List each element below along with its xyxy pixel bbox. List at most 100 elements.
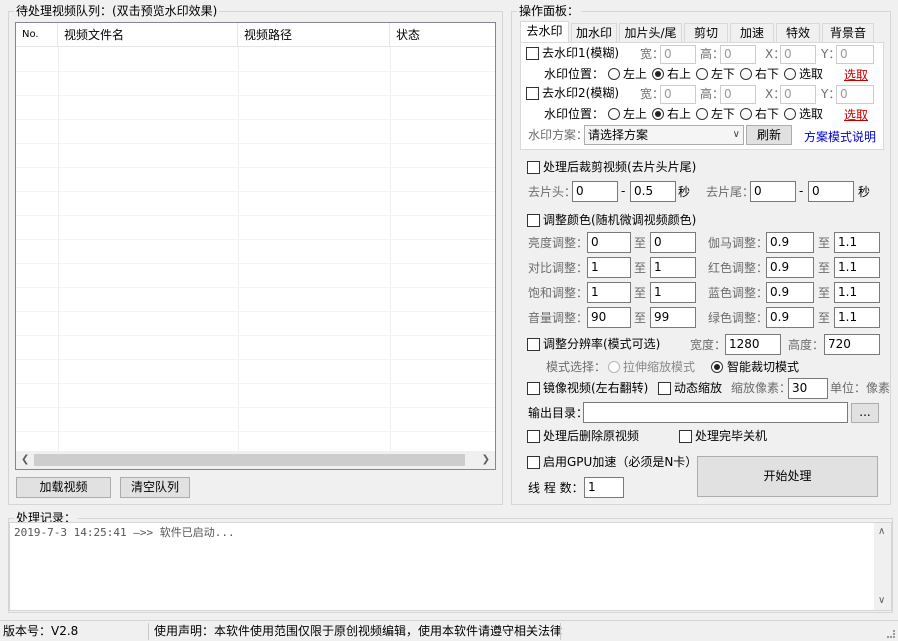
wm1-y-input[interactable]: 0 <box>836 45 874 64</box>
horizontal-scrollbar[interactable]: ❮ ❯ <box>16 451 495 469</box>
scheme-help-link[interactable]: 方案模式说明 <box>804 128 876 145</box>
mirror-checkbox[interactable] <box>527 382 540 395</box>
wm2-pos-top-right-radio[interactable] <box>652 108 664 120</box>
color-left-from-input[interactable]: 0 <box>587 232 631 253</box>
color-right-from-input[interactable]: 0.9 <box>766 232 814 253</box>
color-to-label: 至 <box>818 261 831 275</box>
delete-source-checkbox[interactable] <box>527 430 540 443</box>
resolution-checkbox[interactable] <box>527 338 540 351</box>
mode-stretch-radio[interactable] <box>608 361 620 373</box>
trim-checkbox[interactable] <box>527 161 540 174</box>
wm1-width-input[interactable]: 0 <box>660 45 696 64</box>
mode-crop-label: 智能裁切模式 <box>727 360 800 374</box>
scroll-left-icon[interactable]: ❮ <box>21 451 29 469</box>
version-text: 版本号：V2.8 <box>3 624 79 638</box>
color-left-from-input[interactable]: 90 <box>587 307 631 328</box>
scroll-right-icon[interactable]: ❯ <box>482 451 490 469</box>
color-right-to-input[interactable]: 1.1 <box>834 282 880 303</box>
wm1-x-input[interactable]: 0 <box>780 45 816 64</box>
tab-effects[interactable]: 特效 <box>776 23 820 43</box>
resolution-height-input[interactable]: 720 <box>824 334 880 355</box>
tab-add-watermark[interactable]: 加水印 <box>571 23 617 43</box>
wm1-pos-top-left-radio[interactable] <box>608 68 620 80</box>
wm2-label: 去水印2(模糊) <box>542 86 619 100</box>
wm2-pos-top-left-radio[interactable] <box>608 108 620 120</box>
wm2-x-input[interactable]: 0 <box>780 85 816 104</box>
wm1-pick-link[interactable]: 选取 <box>844 66 868 83</box>
output-dir-input[interactable] <box>583 402 848 423</box>
mode-label: 模式选择： <box>546 360 607 374</box>
trim-tail-from-input[interactable]: 0 <box>750 181 796 202</box>
resize-grip-icon[interactable] <box>887 630 895 638</box>
grid-h <box>16 383 495 384</box>
wm1-height-input[interactable]: 0 <box>720 45 756 64</box>
color-left-to-input[interactable]: 1 <box>650 282 696 303</box>
tab-cut[interactable]: 剪切 <box>684 23 728 43</box>
clear-queue-button[interactable]: 清空队列 <box>120 477 190 498</box>
log-textarea[interactable]: 2019-7-3 14:25:41 —>> 软件已启动... ∧ ∨ <box>9 522 892 611</box>
color-left-to-input[interactable]: 1 <box>650 257 696 278</box>
color-left-to-input[interactable]: 99 <box>650 307 696 328</box>
zoom-pixels-input[interactable]: 30 <box>788 378 828 399</box>
color-right-from-input[interactable]: 0.9 <box>766 307 814 328</box>
trim-tail-to-input[interactable]: 0 <box>808 181 854 202</box>
color-right-to-input[interactable]: 1.1 <box>834 307 880 328</box>
video-queue-list[interactable]: No. 视频文件名 视频路径 状态 ❮ ❯ <box>15 22 496 470</box>
scheme-select[interactable]: 请选择方案 ∨ <box>584 125 744 145</box>
scroll-down-icon[interactable]: ∨ <box>878 596 885 606</box>
color-right-to-input[interactable]: 1.1 <box>834 257 880 278</box>
col-path[interactable]: 视频路径 <box>238 23 390 47</box>
wm1-pos-bottom-left-radio[interactable] <box>696 68 708 80</box>
wm1-checkbox[interactable] <box>526 47 539 60</box>
wm2-checkbox[interactable] <box>526 87 539 100</box>
dynamic-zoom-checkbox[interactable] <box>658 382 671 395</box>
color-left-to-input[interactable]: 0 <box>650 232 696 253</box>
start-processing-button[interactable]: 开始处理 <box>697 456 878 497</box>
col-filename[interactable]: 视频文件名 <box>58 23 238 47</box>
tab-remove-watermark[interactable]: 去水印 <box>520 21 569 43</box>
wm1-pos-top-right-label: 右上 <box>667 67 692 81</box>
shutdown-checkbox[interactable] <box>679 430 692 443</box>
wm1-pos-top-left-label: 左上 <box>623 67 648 81</box>
wm1-pos-pick-radio[interactable] <box>784 68 796 80</box>
scroll-up-icon[interactable]: ∧ <box>878 527 885 537</box>
color-left-from-input[interactable]: 1 <box>587 282 631 303</box>
trim-head-from-input[interactable]: 0 <box>572 181 618 202</box>
trim-head-label: 去片头： <box>528 185 577 199</box>
tab-intro-outro[interactable]: 加片头/尾 <box>619 23 682 43</box>
resolution-width-input[interactable]: 1280 <box>725 334 781 355</box>
color-left-from-input[interactable]: 1 <box>587 257 631 278</box>
status-separator <box>148 623 149 640</box>
tab-bgm[interactable]: 背景音 <box>822 23 874 43</box>
col-status[interactable]: 状态 <box>390 23 495 47</box>
mode-crop-radio[interactable] <box>711 361 723 373</box>
wm1-pos-bottom-right-radio[interactable] <box>740 68 752 80</box>
wm1-pos-top-right-radio[interactable] <box>652 68 664 80</box>
wm2-width-input[interactable]: 0 <box>660 85 696 104</box>
scroll-thumb[interactable] <box>34 454 465 466</box>
color-right-label: 伽马调整： <box>708 236 769 250</box>
wm2-pos-pick-radio[interactable] <box>784 108 796 120</box>
col-no[interactable]: No. <box>16 23 58 47</box>
wm2-height-input[interactable]: 0 <box>720 85 756 104</box>
color-right-to-input[interactable]: 1.1 <box>834 232 880 253</box>
gpu-checkbox[interactable] <box>527 456 540 469</box>
refresh-button[interactable]: 刷新 <box>746 125 792 145</box>
threads-input[interactable]: 1 <box>584 477 624 498</box>
wm2-y-input[interactable]: 0 <box>836 85 874 104</box>
wm2-pick-link[interactable]: 选取 <box>844 106 868 123</box>
trim-head-to-input[interactable]: 0.5 <box>630 181 676 202</box>
tab-speed[interactable]: 加速 <box>730 23 774 43</box>
wm2-pos-bottom-right-radio[interactable] <box>740 108 752 120</box>
browse-button[interactable]: ... <box>851 403 879 423</box>
load-video-button[interactable]: 加载视频 <box>16 477 111 498</box>
wm2-pos-pick-label: 选取 <box>799 107 824 121</box>
wm1-pos-pick-label: 选取 <box>799 67 824 81</box>
log-vertical-scrollbar[interactable]: ∧ ∨ <box>874 523 891 610</box>
color-right-from-input[interactable]: 0.9 <box>766 282 814 303</box>
color-right-from-input[interactable]: 0.9 <box>766 257 814 278</box>
color-checkbox[interactable] <box>527 214 540 227</box>
grid-h <box>16 263 495 264</box>
wm2-pos-bottom-left-radio[interactable] <box>696 108 708 120</box>
scheme-label: 水印方案： <box>528 128 589 142</box>
